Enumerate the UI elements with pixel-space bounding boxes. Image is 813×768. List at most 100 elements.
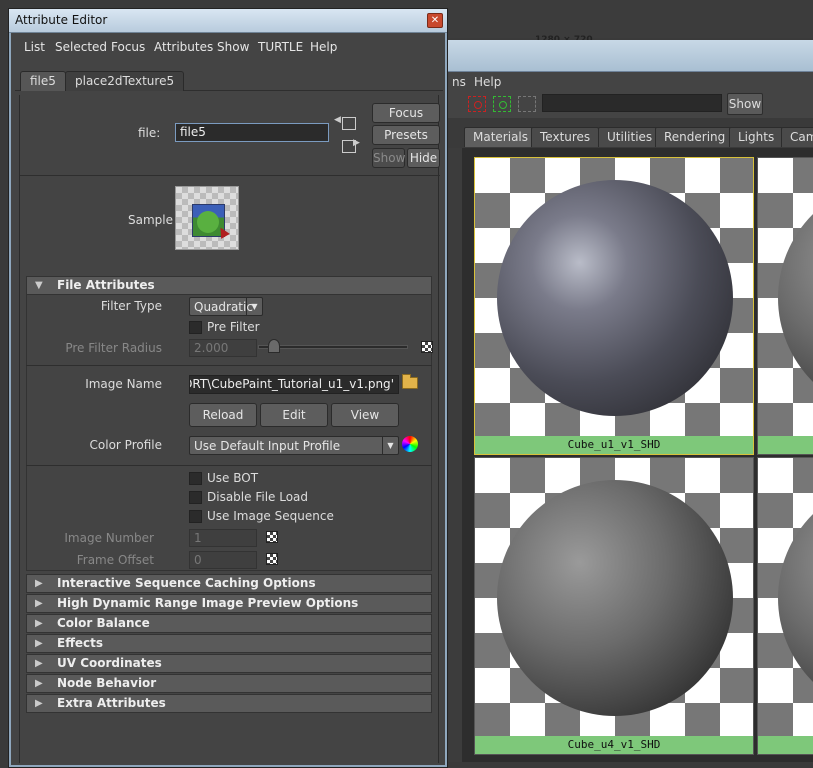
tab-place2dtexture5[interactable]: place2dTexture5 xyxy=(65,71,185,91)
material-sphere-preview xyxy=(497,180,733,416)
sample-label: Sample xyxy=(128,213,173,227)
hypershade-search-field[interactable] xyxy=(542,94,722,112)
node-name-label: file: xyxy=(138,126,161,140)
swatch-label xyxy=(758,436,813,454)
material-sphere-preview xyxy=(778,180,813,416)
pre-filter-radius-slider[interactable] xyxy=(258,345,408,349)
pre-filter-checkbox[interactable] xyxy=(189,321,202,334)
material-swatch[interactable] xyxy=(757,457,813,755)
section-extra-attributes[interactable]: ▶ Extra Attributes xyxy=(26,694,432,713)
tab-materials[interactable]: Materials xyxy=(464,127,538,147)
node-tab-bar: file5 place2dTexture5 xyxy=(15,67,443,91)
menu-item-list[interactable]: List xyxy=(24,40,45,54)
close-button[interactable]: ✕ xyxy=(427,13,443,28)
hypershade-show-button[interactable]: Show xyxy=(727,93,763,115)
section-hdr-image-preview[interactable]: ▶ High Dynamic Range Image Preview Optio… xyxy=(26,594,432,613)
folder-icon[interactable] xyxy=(402,374,418,389)
attribute-editor-titlebar[interactable]: Attribute Editor ✕ xyxy=(9,9,447,33)
use-image-sequence-checkbox[interactable] xyxy=(189,510,202,523)
material-swatch[interactable]: Cube_u4_v1_SHD xyxy=(474,457,754,755)
sample-thumbnail[interactable] xyxy=(175,186,239,250)
color-profile-dropdown[interactable]: Use Default Input Profile ▼ xyxy=(189,436,399,455)
pre-filter-radius-field[interactable]: 2.000 xyxy=(189,339,257,357)
section-color-balance[interactable]: ▶ Color Balance xyxy=(26,614,432,633)
filter-type-dropdown[interactable]: Quadratic ▼ xyxy=(189,297,263,316)
attribute-editor-menubar: List Selected Focus Attributes Show TURT… xyxy=(15,33,443,61)
menu-item-ns[interactable]: ns xyxy=(452,75,466,89)
graph-output-connections-icon[interactable] xyxy=(518,96,536,112)
pre-filter-label: Pre Filter xyxy=(207,320,260,334)
background-top-bar xyxy=(440,0,813,38)
menu-item-focus[interactable]: Focus xyxy=(111,40,145,54)
section-effects[interactable]: ▶ Effects xyxy=(26,634,432,653)
checker-map-icon[interactable] xyxy=(266,531,278,543)
tab-cameras[interactable]: Came xyxy=(781,127,813,147)
swatch-preview xyxy=(475,458,753,736)
divider xyxy=(26,465,432,466)
swatch-preview xyxy=(758,458,813,736)
reload-button[interactable]: Reload xyxy=(189,403,257,427)
material-sphere-preview xyxy=(497,480,733,716)
edit-button[interactable]: Edit xyxy=(260,403,328,427)
menu-item-help[interactable]: Help xyxy=(474,75,501,89)
menu-item-attributes[interactable]: Attributes xyxy=(154,40,213,54)
use-bot-checkbox[interactable] xyxy=(189,472,202,485)
disable-file-load-checkbox[interactable] xyxy=(189,491,202,504)
graph-input-connections-icon[interactable] xyxy=(468,96,486,112)
menu-item-show[interactable]: Show xyxy=(217,40,249,54)
go-to-input-icon[interactable] xyxy=(334,115,356,130)
checker-map-icon[interactable] xyxy=(421,341,433,353)
node-name-input[interactable]: file5 xyxy=(175,123,329,142)
sample-panel: Sample xyxy=(20,175,440,271)
view-button[interactable]: View xyxy=(331,403,399,427)
filter-type-label: Filter Type xyxy=(100,299,162,313)
section-node-behavior[interactable]: ▶ Node Behavior xyxy=(26,674,432,693)
collapsed-triangle-icon: ▶ xyxy=(35,658,43,669)
collapsed-triangle-icon: ▶ xyxy=(35,678,43,689)
collapsed-triangle-icon: ▶ xyxy=(35,698,43,709)
tab-utilities[interactable]: Utilities xyxy=(598,127,662,147)
tab-file5[interactable]: file5 xyxy=(20,71,66,91)
checker-map-icon[interactable] xyxy=(266,553,278,565)
hypershade-titlebar xyxy=(440,40,813,72)
material-swatch[interactable] xyxy=(757,157,813,455)
menu-item-help[interactable]: Help xyxy=(310,40,337,54)
attribute-editor-body: List Selected Focus Attributes Show TURT… xyxy=(15,33,443,763)
expanded-triangle-icon: ▼ xyxy=(35,280,43,291)
menu-item-selected[interactable]: Selected xyxy=(55,40,107,54)
section-file-attributes[interactable]: ▼ File Attributes xyxy=(26,276,432,295)
slider-handle[interactable] xyxy=(268,339,280,353)
section-title: Extra Attributes xyxy=(57,696,166,710)
swatch-preview xyxy=(758,158,813,436)
menu-item-turtle[interactable]: TURTLE xyxy=(258,40,303,54)
frame-offset-field[interactable]: 0 xyxy=(189,551,257,569)
section-uv-coordinates[interactable]: ▶ UV Coordinates xyxy=(26,654,432,673)
color-wheel-icon[interactable] xyxy=(402,436,418,452)
image-name-input[interactable]: 'stEXPORT\CubePaint_Tutorial_u1_v1.png xyxy=(189,375,399,394)
swatch-label xyxy=(758,736,813,754)
presets-button[interactable]: Presets xyxy=(372,125,440,145)
chevron-down-icon: ▼ xyxy=(246,298,262,315)
section-title: Color Balance xyxy=(57,616,150,630)
section-title: Effects xyxy=(57,636,104,650)
attribute-editor-content: file: file5 Focus Presets Show Hide Samp… xyxy=(19,95,440,763)
section-title: Node Behavior xyxy=(57,676,157,690)
go-to-output-icon[interactable] xyxy=(342,138,360,153)
tab-textures[interactable]: Textures xyxy=(531,127,600,147)
graph-input-output-connections-icon[interactable] xyxy=(493,96,511,112)
focus-button[interactable]: Focus xyxy=(372,103,440,123)
image-number-label: Image Number xyxy=(64,531,154,545)
section-title: High Dynamic Range Image Preview Options xyxy=(57,596,359,610)
hide-button[interactable]: Hide xyxy=(407,148,440,168)
image-name-label: Image Name xyxy=(85,377,162,391)
image-number-field[interactable]: 1 xyxy=(189,529,257,547)
material-swatch[interactable]: Cube_u1_v1_SHD xyxy=(474,157,754,455)
disable-file-load-label: Disable File Load xyxy=(207,490,309,504)
tab-rendering[interactable]: Rendering xyxy=(655,127,735,147)
tab-lights[interactable]: Lights xyxy=(729,127,784,147)
color-profile-label: Color Profile xyxy=(89,438,162,452)
section-title: File Attributes xyxy=(57,278,155,292)
show-button[interactable]: Show xyxy=(372,148,405,168)
section-interactive-sequence-caching[interactable]: ▶ Interactive Sequence Caching Options xyxy=(26,574,432,593)
window-title: Attribute Editor xyxy=(15,13,108,27)
